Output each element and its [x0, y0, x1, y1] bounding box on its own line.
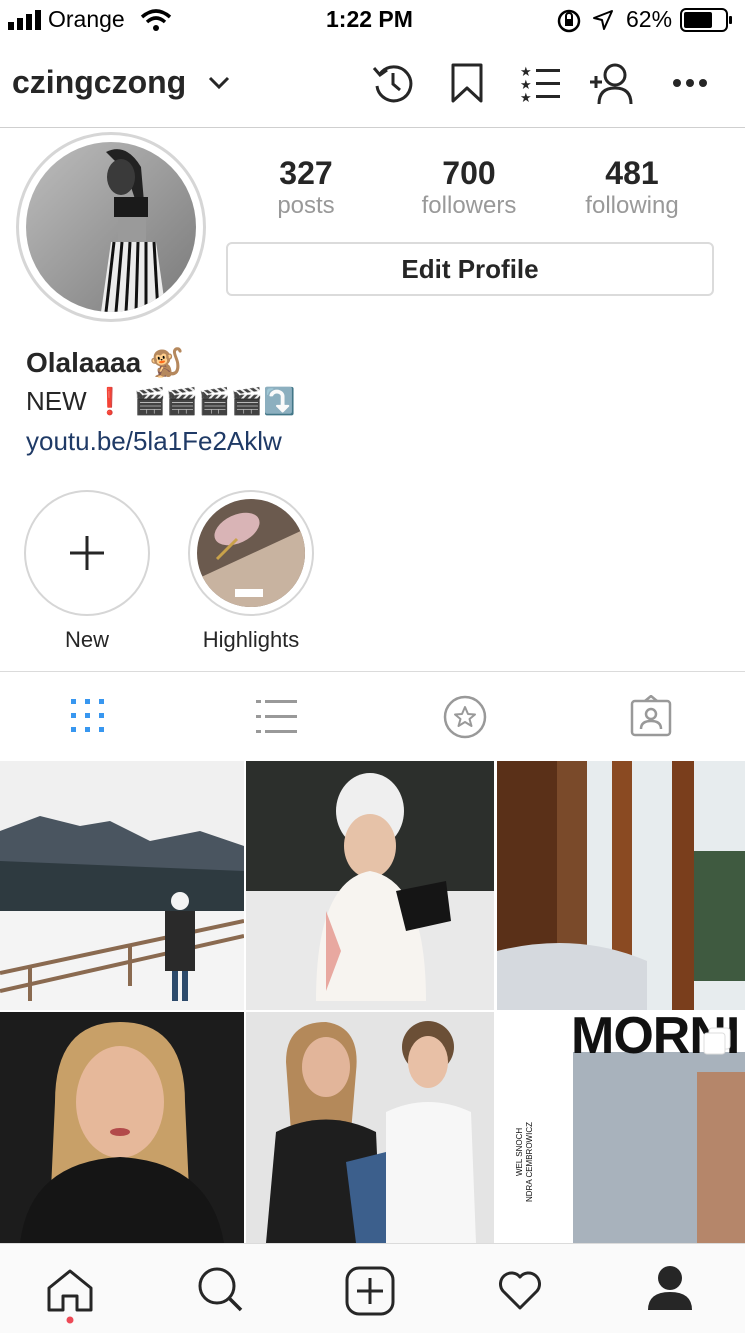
- username: czingczong: [12, 64, 187, 100]
- posts-label: posts: [277, 192, 335, 219]
- more-options-icon[interactable]: [672, 78, 708, 88]
- saved-star-icon[interactable]: [443, 695, 487, 739]
- svg-text:★: ★: [520, 90, 532, 102]
- edit-profile-button[interactable]: Edit Profile: [226, 242, 714, 296]
- post-thumbnail[interactable]: [246, 1012, 494, 1243]
- multiple-photos-icon: [703, 1027, 731, 1055]
- highlight-item[interactable]: [188, 490, 314, 616]
- plus-icon: [70, 536, 104, 570]
- post-thumbnail[interactable]: [0, 761, 244, 1010]
- grid-view-icon[interactable]: [70, 698, 106, 734]
- followers-count[interactable]: 700 followers: [389, 155, 549, 221]
- account-switcher[interactable]: czingczong: [0, 40, 240, 128]
- following-label: following: [585, 192, 679, 219]
- post-thumbnail[interactable]: [0, 1012, 244, 1243]
- post-thumbnail[interactable]: MORNI WEL SNOCH NDRA CEMBROWICZ: [497, 1012, 745, 1243]
- notification-dot: [66, 1316, 74, 1324]
- highlight-photo: [197, 499, 305, 607]
- post-photo-cabin-window: [497, 761, 745, 1010]
- close-friends-list-icon[interactable]: ★ ★ ★: [520, 64, 562, 102]
- new-highlight-button[interactable]: [24, 490, 150, 616]
- bio-text: NEW ❗ 🎬🎬🎬🎬⤵️: [26, 386, 296, 416]
- tagged-icon[interactable]: [630, 695, 672, 737]
- add-person-icon[interactable]: [588, 62, 636, 106]
- bottom-nav: [0, 1243, 745, 1333]
- magazine-credit-2: NDRA CEMBROWICZ: [525, 1122, 534, 1202]
- list-view-icon[interactable]: [256, 700, 298, 734]
- clock: 1:22 PM: [326, 6, 413, 32]
- post-photo-couple: [246, 1012, 494, 1243]
- status-bar: Orange 1:22 PM 62%: [0, 0, 745, 40]
- magazine-credit-1: WEL SNOCH: [515, 1127, 524, 1176]
- display-name: Olalaaaa 🐒: [26, 347, 184, 378]
- profile-header: czingczong ★ ★ ★: [0, 40, 745, 128]
- post-thumbnail[interactable]: [497, 761, 745, 1010]
- location-arrow-icon: [593, 10, 613, 30]
- bookmark-icon[interactable]: [450, 62, 484, 104]
- post-photo-portrait: [0, 1012, 244, 1243]
- post-grid: MORNI WEL SNOCH NDRA CEMBROWICZ: [0, 761, 745, 1243]
- activity-heart-icon[interactable]: [496, 1268, 544, 1312]
- new-highlight-label: New: [64, 627, 109, 652]
- chevron-down-icon: [208, 76, 230, 90]
- following-count[interactable]: 481 following: [552, 155, 712, 221]
- archive-history-icon[interactable]: [372, 62, 414, 104]
- highlight-cover: [197, 499, 305, 607]
- posts-count[interactable]: 327 posts: [226, 155, 386, 221]
- posts-value: 327: [279, 155, 333, 191]
- bio-link[interactable]: youtu.be/5la1Fe2Aklw: [26, 426, 282, 457]
- carrier-name: Orange: [48, 6, 125, 32]
- followers-value: 700: [442, 155, 496, 191]
- following-value: 481: [605, 155, 659, 191]
- post-photo-winter-portrait: [246, 761, 494, 1010]
- battery-percent: 62%: [626, 6, 673, 32]
- post-photo-mountains: [0, 761, 244, 1010]
- home-icon[interactable]: [46, 1268, 94, 1312]
- wifi-icon: [140, 9, 172, 31]
- search-icon[interactable]: [197, 1266, 243, 1312]
- rotation-lock-icon: [557, 9, 581, 33]
- avatar[interactable]: [26, 142, 196, 312]
- battery-icon: [680, 8, 732, 32]
- signal-icon: [8, 10, 41, 30]
- profile-icon[interactable]: [646, 1264, 694, 1312]
- post-thumbnail[interactable]: [246, 761, 494, 1010]
- post-photo-texture: [697, 1072, 745, 1243]
- new-post-icon[interactable]: [345, 1266, 395, 1316]
- profile-tabs: [0, 671, 745, 761]
- followers-label: followers: [421, 192, 517, 219]
- avatar-photo: [26, 142, 196, 312]
- highlight-label: Highlights: [202, 627, 300, 652]
